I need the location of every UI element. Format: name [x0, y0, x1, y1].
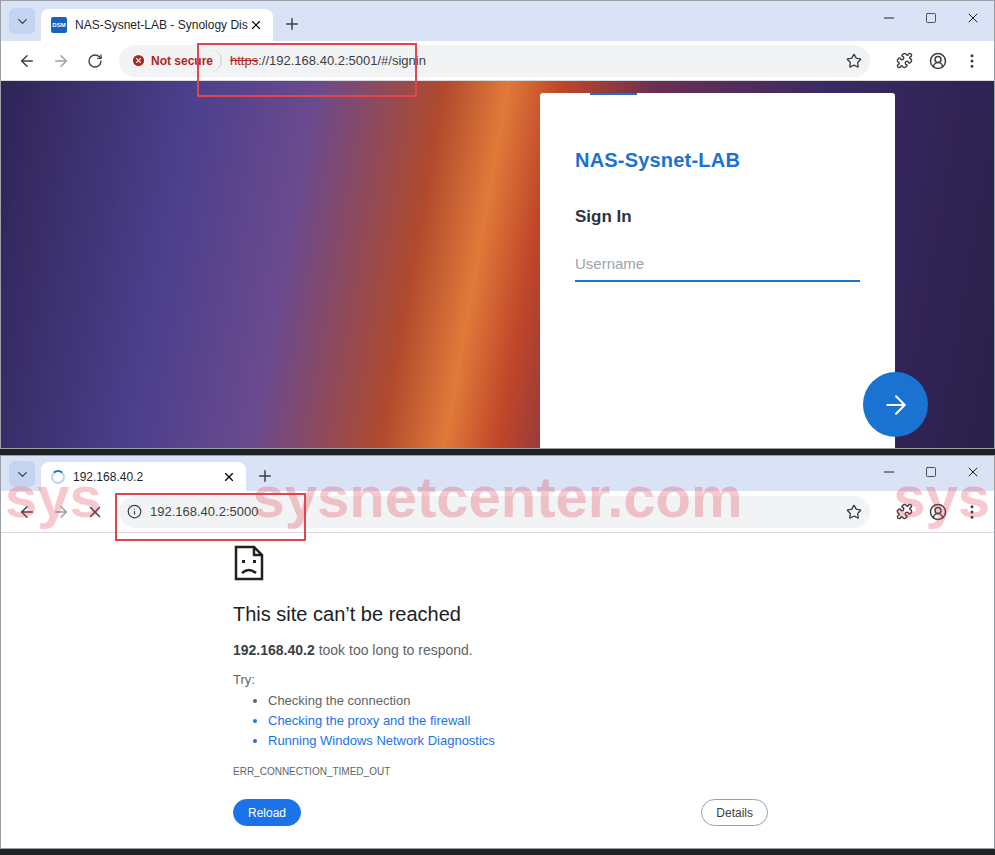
extensions-button[interactable] — [890, 47, 918, 75]
signin-button[interactable] — [863, 372, 928, 437]
maximize-icon — [925, 12, 937, 24]
secondary-button[interactable]: Details — [701, 799, 768, 826]
suggestion-item[interactable]: Checking the proxy and the firewall — [268, 713, 768, 728]
toolbar: Not secure https://192.168.40.2:5001/#/si… — [1, 41, 994, 81]
suggestion-item[interactable]: Running Windows Network Diagnostics — [268, 733, 768, 748]
menu-button[interactable] — [958, 498, 986, 526]
star-icon[interactable] — [846, 53, 862, 69]
profile-icon — [929, 503, 947, 521]
profile-button[interactable] — [924, 498, 952, 526]
close-window-button[interactable] — [952, 1, 994, 35]
screenshot: DSM NAS-Sysnet-LAB - Synology Dis Not secu… — [0, 0, 995, 855]
profile-button[interactable] — [924, 47, 952, 75]
star-icon[interactable] — [846, 504, 862, 520]
watermark: syssysnetcenter.comsys — [1, 468, 994, 526]
window-controls — [868, 456, 994, 488]
minimize-icon — [881, 464, 897, 480]
menu-dots-icon — [963, 52, 981, 70]
error-code: ERR_CONNECTION_TIMED_OUT — [233, 766, 768, 777]
new-tab-button[interactable] — [252, 463, 278, 489]
minimize-button[interactable] — [868, 1, 910, 35]
address-bar[interactable]: 192.168.40.2:5000 — [119, 496, 870, 528]
sad-page-icon — [233, 545, 265, 581]
browser-window: DSM NAS-Sysnet-LAB - Synology Dis Not secu… — [0, 0, 995, 449]
tab-search-button[interactable] — [9, 8, 35, 34]
new-tab-button[interactable] — [279, 11, 305, 37]
background-photo: NAS-Sysnet-LAB Sign In — [1, 81, 994, 448]
close-window-button[interactable] — [952, 456, 994, 488]
plus-icon — [256, 467, 274, 485]
loading-icon — [51, 470, 65, 484]
arrow-left-icon — [18, 503, 36, 521]
nas-hostname: NAS-Sysnet-LAB — [575, 149, 860, 172]
maximize-icon — [925, 466, 937, 478]
tab-close-icon[interactable] — [249, 18, 263, 32]
forward-button[interactable] — [47, 498, 75, 526]
try-label: Try: — [233, 672, 768, 687]
error-title: This site can’t be reached — [233, 603, 768, 626]
chevron-down-icon — [15, 14, 30, 29]
favicon-icon: DSM — [51, 17, 67, 33]
plus-icon — [283, 15, 301, 33]
url-text[interactable]: https://192.168.40.2:5001/#/signin — [230, 53, 838, 68]
error-message: 192.168.40.2 took too long to respond. — [233, 642, 768, 658]
profile-icon — [929, 52, 947, 70]
url-highlight — [115, 493, 306, 541]
signin-heading: Sign In — [575, 207, 860, 227]
tab-close-icon[interactable] — [222, 470, 236, 484]
url-text[interactable]: 192.168.40.2:5000 — [150, 504, 838, 519]
primary-button[interactable]: Reload — [233, 799, 301, 826]
arrow-right-icon — [52, 503, 70, 521]
tab-title: NAS-Sysnet-LAB - Synology Dis — [75, 18, 241, 32]
menu-dots-icon — [963, 503, 981, 521]
back-button[interactable] — [13, 47, 41, 75]
stop-button[interactable] — [81, 498, 109, 526]
forward-button[interactable] — [47, 47, 75, 75]
security-chip[interactable]: Not secure — [127, 50, 222, 71]
stop-icon — [86, 503, 104, 521]
browser-tab[interactable]: DSM NAS-Sysnet-LAB - Synology Dis — [41, 9, 273, 41]
maximize-button[interactable] — [910, 1, 952, 35]
signin-card: NAS-Sysnet-LAB Sign In — [540, 93, 895, 448]
card-accent — [590, 93, 637, 95]
close-icon — [965, 10, 981, 26]
reload-button[interactable] — [81, 47, 109, 75]
reload-icon — [87, 53, 103, 69]
arrow-right-icon — [52, 52, 70, 70]
minimize-button[interactable] — [868, 456, 910, 488]
arrow-left-icon — [18, 52, 36, 70]
toolbar: 192.168.40.2:5000 — [1, 491, 994, 533]
tab-search-button[interactable] — [9, 461, 35, 487]
browser-window: 192.168.40.2 192.168.40.2:5000 This site c… — [0, 455, 995, 849]
tab-title: 192.168.40.2 — [73, 470, 214, 484]
not-secure-icon — [131, 53, 146, 68]
chevron-down-icon — [15, 467, 30, 482]
back-button[interactable] — [13, 498, 41, 526]
menu-button[interactable] — [958, 47, 986, 75]
puzzle-icon — [896, 52, 913, 69]
error-page: This site can’t be reached 192.168.40.2 t… — [1, 533, 994, 848]
browser-tab[interactable]: 192.168.40.2 — [41, 462, 246, 491]
puzzle-icon — [896, 503, 913, 520]
suggestion-item: Checking the connection — [268, 693, 768, 708]
suggestion-list: Checking the connection Checking the prox… — [233, 693, 768, 748]
tab-strip: DSM NAS-Sysnet-LAB - Synology Dis — [1, 1, 994, 41]
address-bar[interactable]: Not secure https://192.168.40.2:5001/#/si… — [119, 45, 870, 77]
info-icon[interactable] — [127, 504, 142, 519]
tab-strip: 192.168.40.2 — [1, 456, 994, 491]
url-highlight — [197, 43, 417, 97]
maximize-button[interactable] — [910, 456, 952, 488]
username-field[interactable] — [575, 249, 860, 282]
minimize-icon — [881, 10, 897, 26]
close-icon — [965, 464, 981, 480]
extensions-button[interactable] — [890, 498, 918, 526]
arrow-right-icon — [881, 390, 911, 420]
window-controls — [868, 1, 994, 35]
